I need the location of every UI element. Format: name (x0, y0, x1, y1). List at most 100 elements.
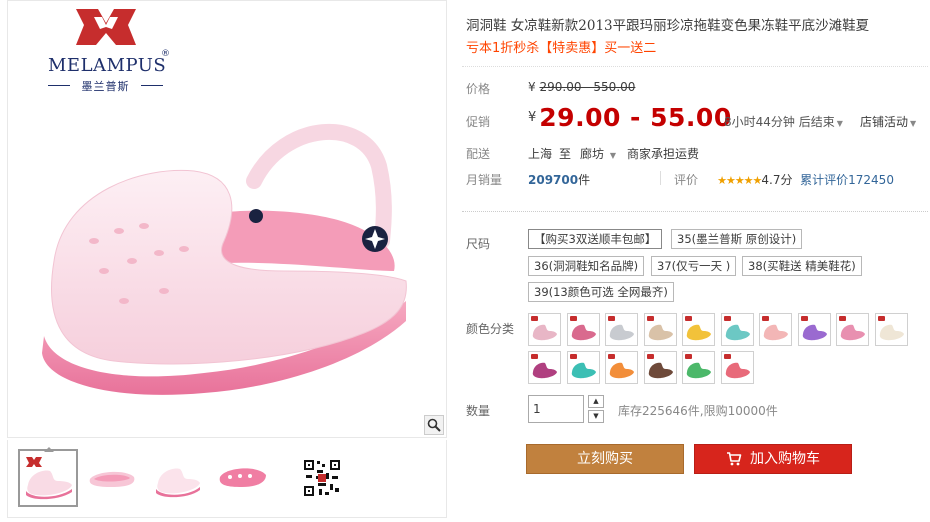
color-swatch[interactable] (566, 313, 600, 346)
chevron-down-icon: ▼ (836, 119, 843, 128)
color-swatch[interactable] (643, 313, 677, 346)
price-label: 价格 (466, 82, 491, 96)
brand-logo: MELAMPUS ® 墨兰普斯 (26, 5, 170, 95)
thumbnail-strip (7, 440, 447, 518)
quantity-input[interactable]: 1 (528, 395, 584, 423)
star-icon: ★★★★★ (717, 174, 762, 187)
shipping-note: 商家承担运费 (627, 147, 700, 161)
shoe-thumb-side-2 (156, 468, 200, 498)
sales-unit: 件 (578, 173, 591, 187)
brand-mini-icon (569, 354, 577, 359)
magnifier-icon (427, 418, 441, 432)
size-option[interactable]: 39(13颜色可选 全网最齐) (528, 282, 674, 302)
color-swatch[interactable] (874, 313, 908, 346)
color-swatch[interactable] (643, 351, 677, 384)
chevron-down-icon: ▼ (609, 151, 616, 160)
size-option[interactable]: 35(墨兰普斯 原创设计) (671, 229, 803, 249)
cart-icon (726, 448, 742, 476)
countdown-dropdown[interactable]: 8小时44分钟 后结束 ▼ (724, 113, 843, 130)
promo-label: 促销 (466, 115, 491, 129)
buy-now-button[interactable]: 立刻购买 (526, 444, 684, 474)
color-swatch[interactable] (682, 313, 715, 346)
ship-to-word: 至 (559, 147, 572, 161)
color-swatch[interactable] (797, 313, 831, 346)
shipping-label: 配送 (466, 147, 491, 161)
color-swatch[interactable] (528, 351, 561, 384)
chevron-down-icon: ▼ (910, 119, 917, 128)
sales-value: 209700 (528, 173, 579, 187)
sales-count: 209700件 (528, 171, 590, 188)
stats-row: 月销量 209700件 评价 ★★★★★4.7分 累计评价172450 (462, 163, 928, 189)
registered-mark: ® (161, 49, 170, 59)
original-price: ¥ 290.00 - 550.00 (528, 80, 635, 94)
rating-score: 4.7分 (761, 173, 793, 187)
promo-price: ¥29.00 - 55.00 (528, 103, 732, 132)
add-to-cart-button[interactable]: 加入购物车 (694, 444, 852, 474)
main-product-image[interactable]: MELAMPUS ® 墨兰普斯 (7, 0, 447, 438)
color-swatch[interactable] (720, 313, 754, 346)
quantity-down-button[interactable]: ▼ (588, 410, 604, 423)
thumbnail-4[interactable] (212, 449, 272, 507)
size-option[interactable]: 36(洞洞鞋知名品牌) (528, 256, 645, 276)
shoe-image (42, 123, 407, 395)
brand-logo-cn: 墨兰普斯 (48, 78, 163, 94)
color-swatch[interactable] (836, 313, 869, 346)
color-swatch[interactable] (720, 351, 754, 384)
brand-mini-icon (723, 354, 731, 359)
qr-code-icon (302, 458, 342, 498)
size-option[interactable]: 【购买3双送顺丰包邮】 (528, 229, 663, 249)
brand-mini-icon (608, 316, 615, 321)
brand-mini-icon (608, 354, 615, 359)
promo-currency: ¥ (528, 110, 537, 125)
brand-mini-icon (646, 316, 654, 321)
size-label: 尺码 (466, 237, 491, 251)
ship-to-dropdown[interactable]: 廊坊 ▼ (580, 145, 616, 162)
brand-mini-icon (531, 354, 538, 359)
divider (660, 171, 661, 185)
shop-activity-text: 店铺活动 (860, 115, 909, 129)
thumbnail-1[interactable] (18, 447, 78, 507)
rating-label: 评价 (674, 173, 699, 187)
shoe-thumb-sole (219, 468, 266, 487)
shop-activity-dropdown[interactable]: 店铺活动 ▼ (860, 113, 916, 130)
currency-symbol: ¥ (528, 80, 536, 94)
brand-mini-icon (685, 316, 692, 321)
color-swatch[interactable] (682, 351, 715, 384)
promo-price-value: 29.00 - 55.00 (539, 103, 732, 132)
review-count-link[interactable]: 累计评价172450 (800, 173, 894, 187)
quantity-label: 数量 (466, 404, 491, 418)
brand-mini-icon (723, 316, 731, 321)
brand-logo-text: MELAMPUS (48, 55, 167, 76)
thumbnail-3[interactable] (146, 449, 206, 507)
countdown-text: 8小时44分钟 后结束 (724, 115, 835, 129)
quantity-up-button[interactable]: ▲ (588, 395, 604, 408)
color-swatch[interactable] (605, 351, 638, 384)
size-option[interactable]: 37(仅亏一天 ) (651, 256, 737, 276)
brand-mini-icon (877, 316, 885, 321)
zoom-button[interactable] (424, 415, 444, 435)
brand-mini-icon (762, 316, 769, 321)
rating[interactable]: 评价 ★★★★★4.7分 累计评价172450 (674, 171, 894, 188)
add-to-cart-label: 加入购物车 (750, 451, 820, 467)
thumbnail-5[interactable] (292, 449, 352, 507)
shoe-thumb-side (26, 457, 72, 500)
color-swatch[interactable] (605, 313, 638, 346)
product-info: 洞洞鞋 女凉鞋新款2013平跟玛丽珍凉拖鞋变色果冻鞋平底沙滩鞋夏 亏本1折秒杀【… (462, 0, 930, 522)
brand-mini-icon (646, 354, 654, 359)
product-gallery: MELAMPUS ® 墨兰普斯 (7, 0, 447, 522)
product-subtitle: 亏本1折秒杀【特卖惠】买一送二 (466, 41, 657, 56)
color-swatch[interactable] (759, 313, 792, 346)
divider (462, 211, 928, 212)
product-title: 洞洞鞋 女凉鞋新款2013平跟玛丽珍凉拖鞋变色果冻鞋平底沙滩鞋夏 (466, 18, 870, 34)
color-swatch[interactable] (566, 351, 600, 384)
price-panel: 价格 ¥ 290.00 - 550.00 促销 ¥29.00 - 55.00 8… (462, 66, 928, 198)
brand-mini-icon (531, 316, 538, 321)
original-price-value: 290.00 - 550.00 (539, 80, 636, 94)
brand-mini-icon (800, 316, 808, 321)
ship-to-city: 廊坊 (580, 147, 605, 161)
color-label: 颜色分类 (466, 322, 515, 336)
color-swatch[interactable] (528, 313, 561, 346)
size-option[interactable]: 38(买鞋送 精美鞋花) (742, 256, 862, 276)
thumbnail-2[interactable] (82, 449, 142, 507)
stock-info: 库存225646件,限购10000件 (618, 404, 778, 418)
